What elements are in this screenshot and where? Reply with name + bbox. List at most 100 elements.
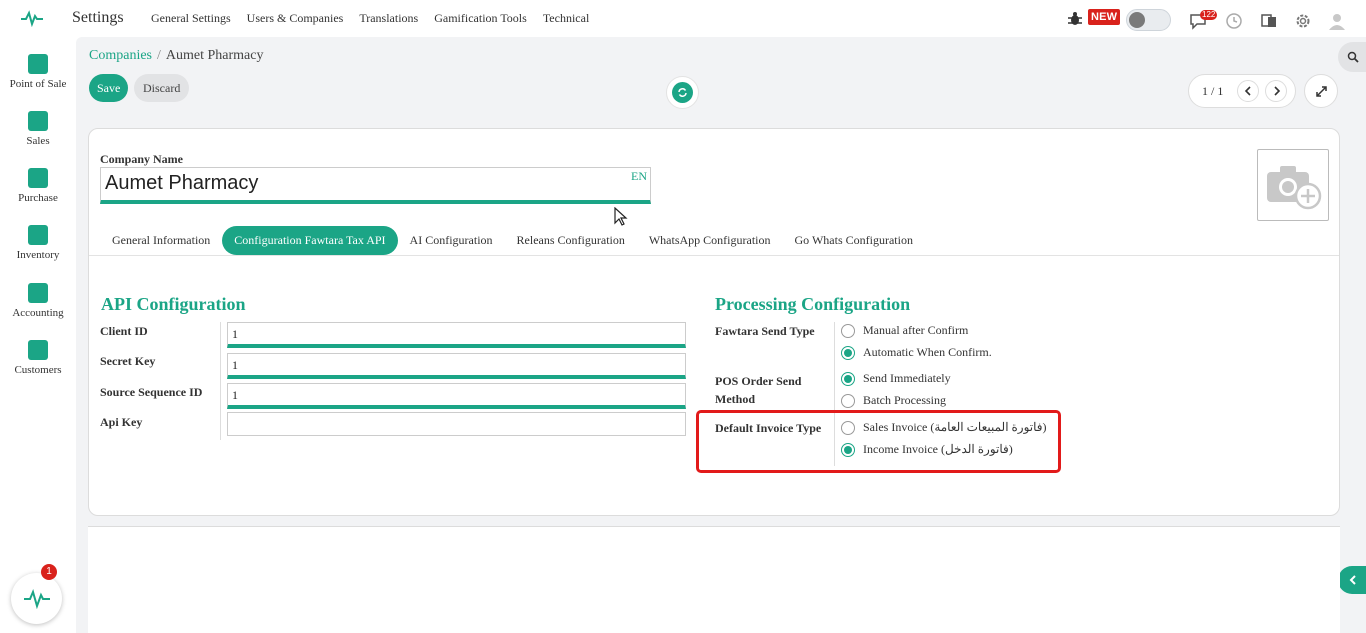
bug-icon[interactable]: [1067, 11, 1083, 27]
app-logo-icon[interactable]: [20, 9, 44, 27]
fawtara-send-type-label: Fawtara Send Type: [715, 324, 815, 338]
api-key-label: Api Key: [100, 415, 143, 429]
secret-key-label: Secret Key: [100, 354, 156, 368]
expand-icon: [1316, 86, 1327, 97]
company-form-card: Company Name Aumet Pharmacy EN General I…: [88, 128, 1340, 516]
label-line: Method: [715, 392, 755, 406]
secret-key-input[interactable]: 1: [227, 353, 686, 379]
nav-users-companies[interactable]: Users & Companies: [247, 11, 344, 26]
tabs-divider: [89, 255, 1339, 256]
mode-toggle[interactable]: [1126, 9, 1171, 31]
nav-general-settings[interactable]: General Settings: [151, 11, 231, 26]
top-navigation: General Settings Users & Companies Trans…: [151, 11, 589, 26]
send-type-automatic-option[interactable]: Automatic When Confirm.: [841, 345, 992, 360]
company-name-input[interactable]: Aumet Pharmacy: [100, 167, 651, 204]
main-content: Companies / Aumet Pharmacy Save Discard 1 …: [76, 37, 1366, 633]
processing-configuration-title: Processing Configuration: [715, 294, 911, 314]
language-selector[interactable]: EN: [631, 169, 647, 184]
chevron-right-icon: [1274, 86, 1281, 96]
pulse-icon: [24, 589, 50, 609]
sidebar-item-label: Inventory: [16, 249, 60, 261]
breadcrumb: Companies / Aumet Pharmacy: [89, 48, 263, 64]
label-line: POS Order Send: [715, 374, 802, 388]
breadcrumb-companies-link[interactable]: Companies: [89, 48, 152, 63]
source-sequence-id-label: Source Sequence ID: [100, 385, 203, 399]
top-bar: Settings General Settings Users & Compan…: [0, 0, 1366, 37]
sidebar-item-purchase[interactable]: Purchase: [0, 168, 76, 204]
mouse-cursor-icon: [614, 207, 628, 226]
dollar-icon: [28, 168, 48, 188]
calculator-icon: [28, 283, 48, 303]
new-badge[interactable]: NEW: [1088, 9, 1121, 25]
sidebar-item-label: Point of Sale: [9, 78, 67, 90]
pulse-fab-button[interactable]: [11, 573, 62, 624]
radio-label: Manual after Confirm: [863, 323, 969, 337]
camera-add-icon: [1267, 166, 1322, 210]
record-pager: 1 / 1: [1188, 74, 1296, 108]
zoom-icon: [1347, 51, 1359, 63]
radio-button-checked[interactable]: [841, 371, 855, 386]
api-config-divider: [220, 322, 221, 440]
nav-gamification-tools[interactable]: Gamification Tools: [434, 11, 527, 26]
pager-prev-button[interactable]: [1237, 80, 1259, 102]
tab-go-whats-configuration[interactable]: Go Whats Configuration: [783, 226, 925, 255]
sidebar-item-inventory[interactable]: Inventory: [0, 225, 76, 261]
tab-whatsapp-configuration[interactable]: WhatsApp Configuration: [637, 226, 783, 255]
collapse-panel-tab[interactable]: [1338, 566, 1366, 594]
radio-button[interactable]: [841, 323, 855, 338]
client-id-label: Client ID: [100, 324, 148, 338]
nav-technical[interactable]: Technical: [543, 11, 589, 26]
client-id-input[interactable]: 1: [227, 322, 686, 348]
send-type-manual-option[interactable]: Manual after Confirm: [841, 323, 968, 338]
pager-next-button[interactable]: [1265, 80, 1287, 102]
monitor-icon: [28, 54, 48, 74]
language-icon[interactable]: [1260, 12, 1278, 30]
sidebar-item-label: Accounting: [12, 307, 64, 319]
toggle-knob: [1129, 12, 1145, 28]
pos-method-batch-option[interactable]: Batch Processing: [841, 393, 946, 408]
api-configuration-title: API Configuration: [101, 294, 246, 314]
sidebar-item-sales[interactable]: Sales: [0, 111, 76, 147]
expand-button[interactable]: [1304, 74, 1338, 108]
sidebar-item-customers[interactable]: Customers: [0, 340, 76, 376]
tab-ai-configuration[interactable]: AI Configuration: [398, 226, 505, 255]
chevron-left-icon: [1349, 575, 1356, 585]
source-sequence-id-input[interactable]: 1: [227, 383, 686, 409]
app-sidebar: Point of Sale Sales Purchase Inventory A…: [0, 37, 76, 633]
sidebar-item-label: Customers: [14, 364, 62, 376]
form-tabs: General Information Configuration Fawtar…: [100, 226, 925, 255]
clock-icon[interactable]: [1225, 12, 1243, 30]
discard-button[interactable]: Discard: [134, 74, 190, 102]
sidebar-item-label: Purchase: [18, 192, 58, 204]
tab-general-information[interactable]: General Information: [100, 226, 222, 255]
zoom-tab[interactable]: [1338, 42, 1366, 72]
api-key-input[interactable]: [227, 412, 686, 436]
fab-badge: 1: [41, 564, 57, 580]
tab-configuration-fawtara-tax-api[interactable]: Configuration Fawtara Tax API: [222, 226, 398, 255]
breadcrumb-current: Aumet Pharmacy: [165, 48, 264, 63]
company-name-label: Company Name: [100, 152, 183, 166]
sync-button[interactable]: [666, 76, 699, 109]
radio-button[interactable]: [841, 393, 855, 408]
chatter-panel: [88, 526, 1340, 633]
tab-releans-configuration[interactable]: Releans Configuration: [505, 226, 637, 255]
pos-method-immediate-option[interactable]: Send Immediately: [841, 371, 951, 386]
chevron-left-icon: [1244, 86, 1251, 96]
save-button[interactable]: Save: [89, 74, 129, 102]
sidebar-item-accounting[interactable]: Accounting: [0, 283, 76, 319]
messages-count-badge: 122: [1200, 10, 1218, 20]
radio-label: Batch Processing: [863, 393, 946, 407]
pager-value: 1 / 1: [1202, 84, 1224, 98]
refresh-icon: [672, 82, 693, 103]
sales-icon: [28, 111, 48, 131]
highlight-annotation-box: [696, 410, 1061, 473]
radio-button-checked[interactable]: [841, 345, 855, 360]
box-icon: [28, 225, 48, 245]
sidebar-item-point-of-sale[interactable]: Point of Sale: [0, 54, 76, 90]
company-logo-upload[interactable]: [1257, 149, 1329, 221]
user-avatar-icon[interactable]: [1328, 12, 1346, 30]
breadcrumb-separator: /: [157, 48, 161, 63]
gear-icon[interactable]: [1294, 12, 1312, 30]
pos-order-send-method-label: POS Order Send Method: [715, 372, 801, 408]
nav-translations[interactable]: Translations: [359, 11, 418, 26]
